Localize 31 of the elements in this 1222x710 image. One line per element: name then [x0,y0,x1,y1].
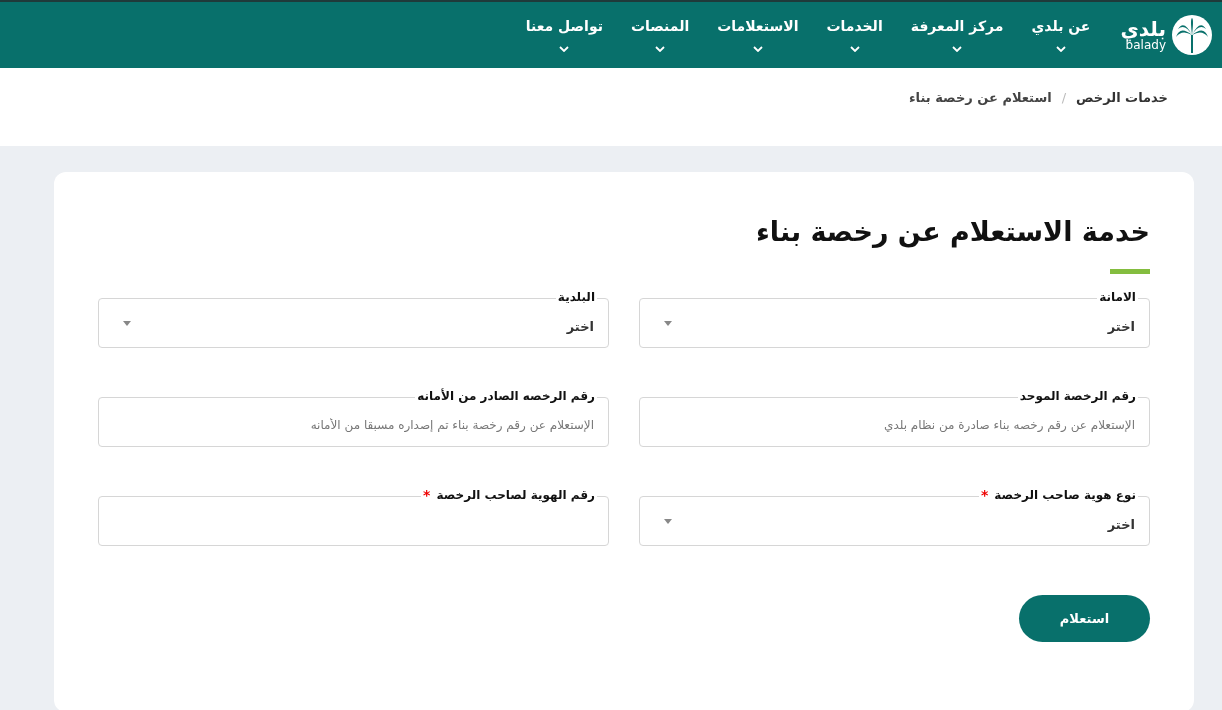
nav-menu-item[interactable]: عن بلدي [1031,18,1091,52]
chevron-down-icon [849,46,860,52]
field-label: البلدية [557,289,595,305]
chevron-down-icon [952,46,963,52]
form-title: خدمة الاستعلام عن رخصة بناء [754,216,1150,247]
nav-menu-item[interactable]: تواصل معنا [525,18,603,52]
required-asterisk: * [423,487,431,503]
inquiry-button[interactable]: استعلام [1019,595,1150,642]
title-underline [1110,269,1150,274]
breadcrumb-separator: / [1061,90,1067,105]
breadcrumb-link[interactable]: خدمات الرخص [1076,90,1168,105]
dropdown-caret-icon [664,518,672,524]
field-label: رقم الهوية لصاحب الرخصة [436,487,595,503]
chevron-down-icon [559,46,570,52]
field-label: رقم الرخصه الصادر من الأمانه [417,388,595,404]
chevron-down-icon [655,46,666,52]
dropdown-value: اختر [1107,318,1135,334]
nav-menu-item[interactable]: الاستعلامات [717,18,799,52]
dropdown-value: اختر [1107,516,1135,532]
breadcrumb-link[interactable]: استعلام عن رخصة بناء [908,90,1052,105]
field-label: الامانة [1099,289,1136,305]
palm-tree-logo-icon[interactable] [1172,15,1212,55]
nav-menu-item[interactable]: مركز المعرفة [910,18,1004,52]
chevron-down-icon [752,46,763,52]
field-label: رقم الرخصة الموحد [1019,388,1136,404]
dropdown-value: اختر [566,318,594,334]
nav-menu-item[interactable]: المنصات [630,18,690,52]
nav-menu-item[interactable]: الخدمات [826,18,883,52]
dropdown-caret-icon [664,320,672,326]
dropdown-caret-icon [123,320,131,326]
chevron-down-icon [1055,46,1066,52]
